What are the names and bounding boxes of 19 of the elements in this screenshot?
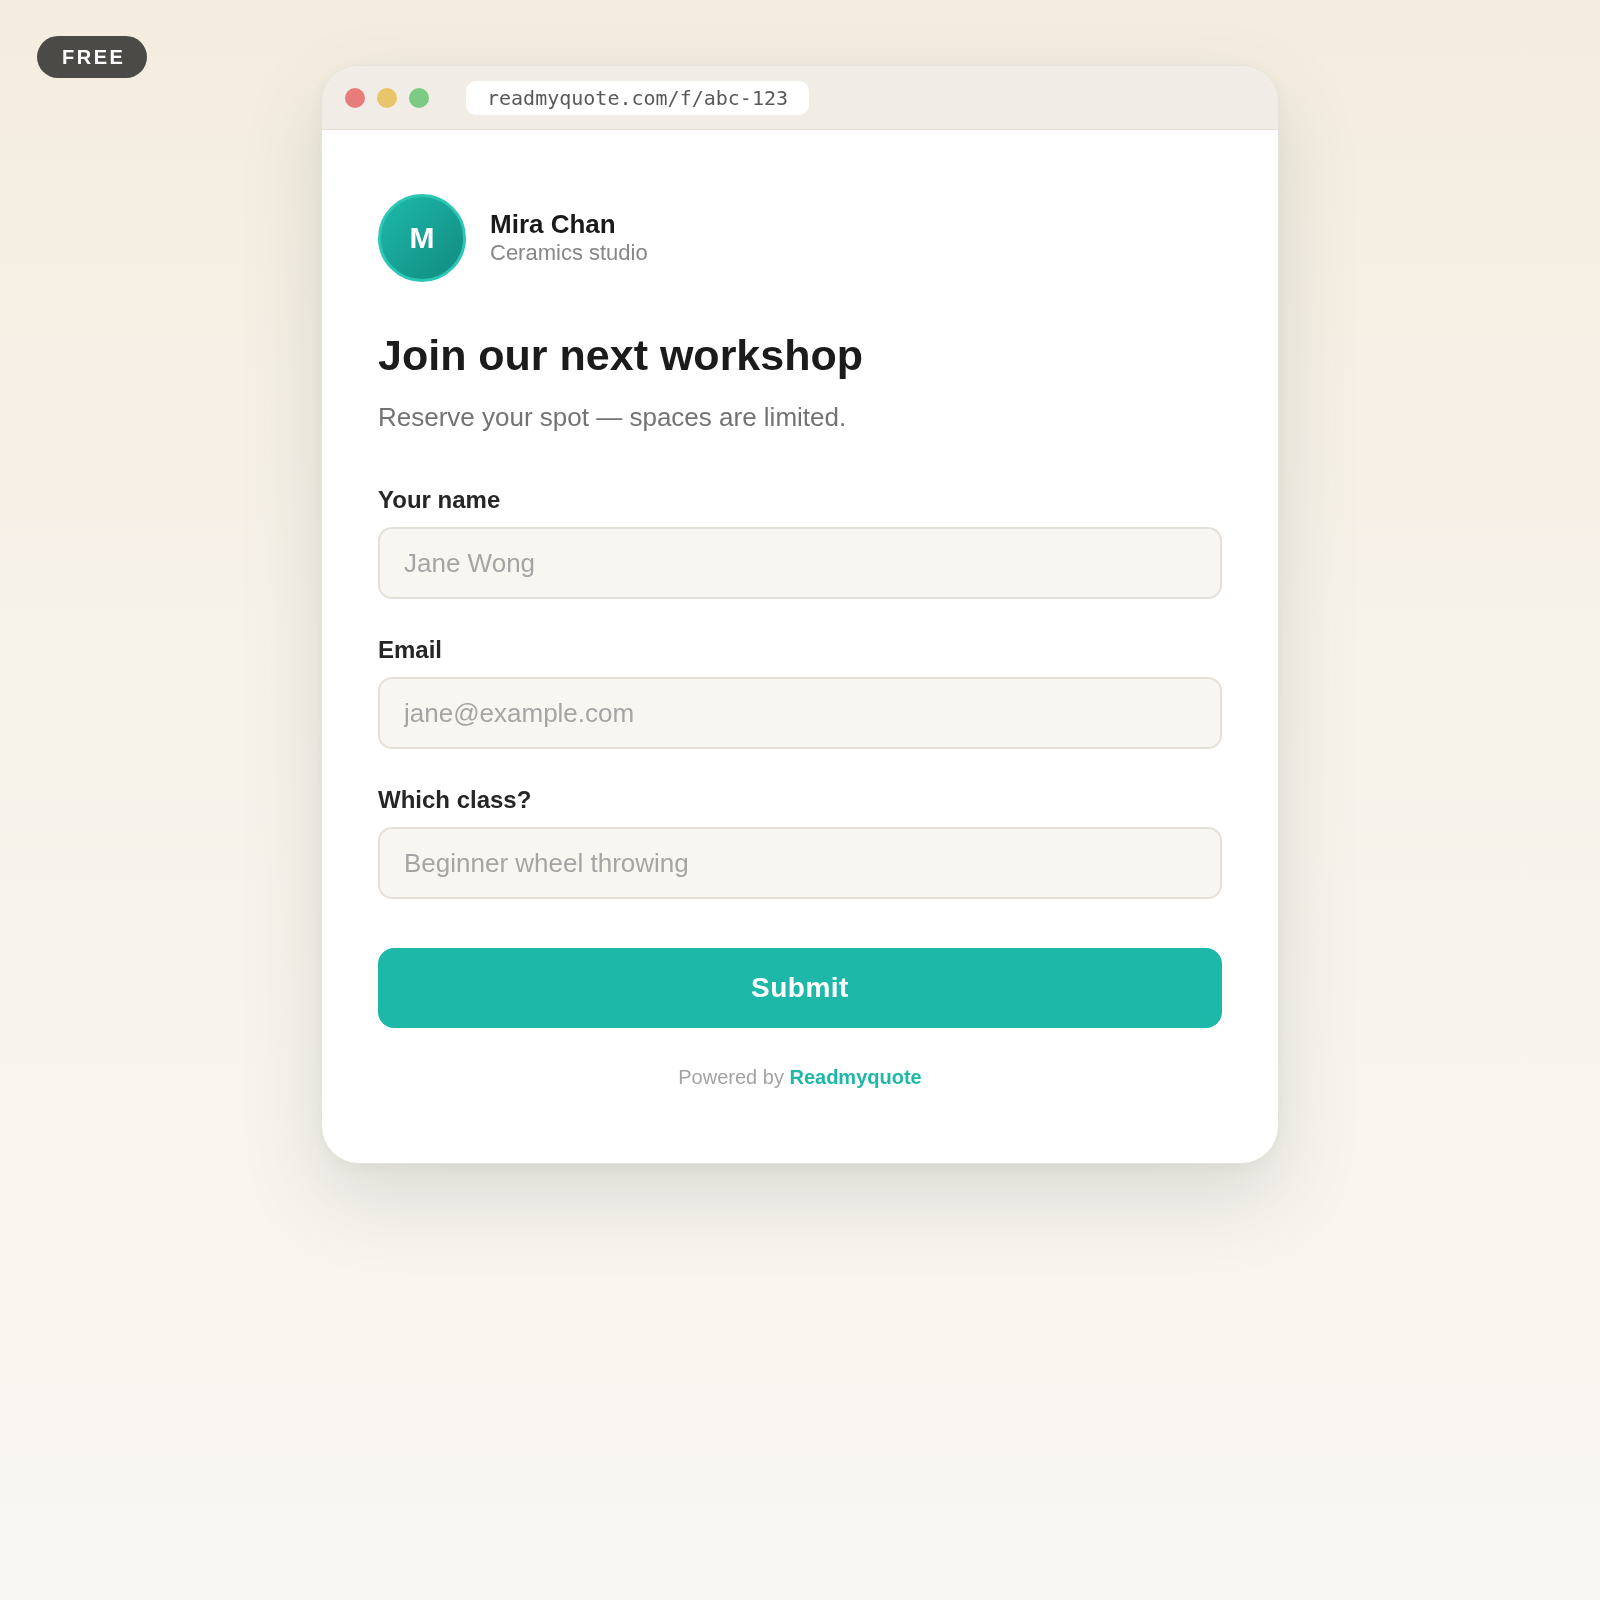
profile-name: Mira Chan xyxy=(490,209,616,239)
submit-button[interactable]: Submit xyxy=(378,948,1222,1028)
plan-badge: FREE xyxy=(37,36,148,78)
window-close-icon[interactable] xyxy=(345,87,365,108)
field-label: Which class? xyxy=(378,785,532,815)
window-minimize-icon[interactable] xyxy=(377,87,397,108)
avatar: M xyxy=(378,194,466,282)
readmyquote-link[interactable]: Readmyquote xyxy=(789,1066,922,1088)
input-field[interactable]: Beginner wheel throwing xyxy=(378,827,1222,899)
powered-by-text: Powered by Readmyquote xyxy=(678,1065,922,1090)
window-maximize-icon[interactable] xyxy=(409,87,429,108)
field-label: Email xyxy=(378,635,443,665)
input-field[interactable]: Jane Wong xyxy=(378,527,1222,599)
form-title: Join our next workshop xyxy=(378,330,863,381)
form-description: Reserve your spot — spaces are limited. xyxy=(378,401,847,434)
profile-subtitle: Ceramics studio xyxy=(490,239,648,267)
address-bar[interactable]: readmyquote.com/f/abc-123 xyxy=(466,80,810,115)
field-label: Your name xyxy=(378,485,501,515)
input-field[interactable]: jane@example.com xyxy=(378,677,1222,749)
